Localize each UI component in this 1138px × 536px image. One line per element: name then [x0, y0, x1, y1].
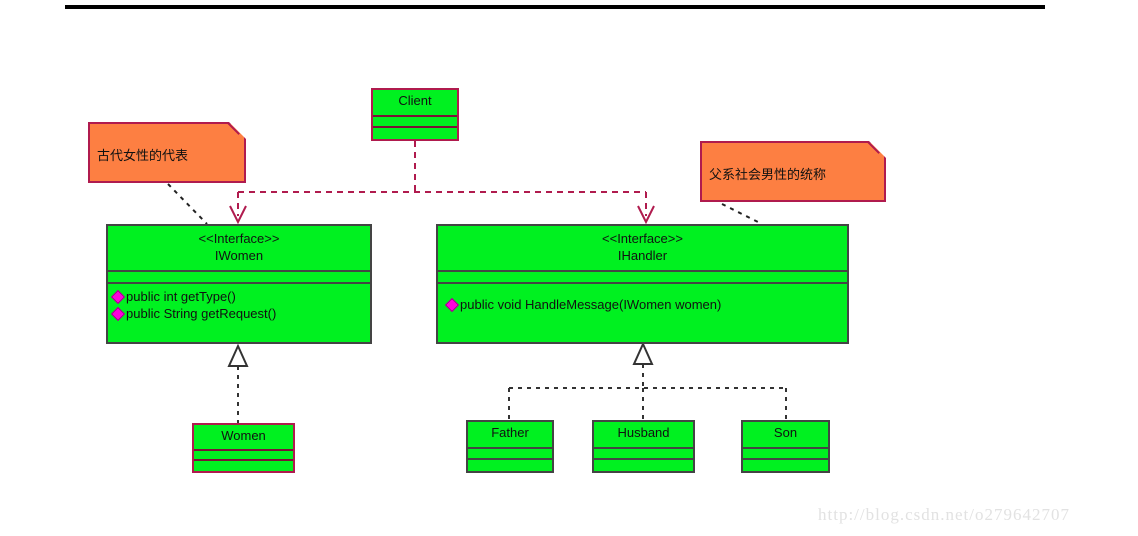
- method-label: public int getType(): [126, 289, 236, 304]
- class-box-father[interactable]: Father: [466, 420, 554, 473]
- class-attributes-compartment: [373, 115, 457, 126]
- note-left[interactable]: 古代女性的代表: [88, 122, 246, 183]
- class-attributes-compartment: [194, 449, 293, 459]
- note-anchor-right: [721, 203, 763, 225]
- class-name-compartment: Father: [468, 422, 552, 447]
- class-stereotype-iwomen: <<Interface>>: [198, 231, 280, 246]
- class-attributes-compartment: [468, 447, 552, 458]
- note-fold-corner-icon: [229, 122, 246, 139]
- watermark-url: http://blog.csdn.net/o279642707: [818, 505, 1070, 524]
- class-name-women: Women: [221, 428, 266, 443]
- dependency-arrowhead-ihandler: [637, 205, 655, 225]
- class-stereotype-ihandler: <<Interface>>: [602, 231, 683, 246]
- class-attributes-compartment: [108, 270, 370, 282]
- note-anchor-left: [167, 183, 208, 225]
- class-methods-compartment: [594, 458, 693, 471]
- method-item: public String getRequest(): [110, 305, 370, 322]
- class-name-father: Father: [491, 425, 529, 440]
- class-methods-compartment: [743, 458, 828, 471]
- class-methods-compartment: [373, 126, 457, 139]
- dependency-client-to-interfaces: [237, 141, 647, 216]
- class-box-son[interactable]: Son: [741, 420, 830, 473]
- class-name-iwomen: IWomen: [214, 248, 264, 263]
- class-name-compartment: <<Interface>> IWomen: [108, 226, 370, 270]
- class-name-compartment: Client: [373, 90, 457, 115]
- visibility-diamond-icon: [110, 289, 126, 305]
- class-name-compartment: Women: [194, 425, 293, 449]
- visibility-diamond-icon: [444, 297, 460, 313]
- note-left-text: 古代女性的代表: [97, 149, 189, 164]
- class-box-husband[interactable]: Husband: [592, 420, 695, 473]
- class-name-husband: Husband: [617, 425, 670, 440]
- class-methods-compartment: public int getType() public String getRe…: [108, 282, 370, 340]
- class-name-ihandler: IHandler: [617, 248, 668, 263]
- note-right[interactable]: 父系社会男性的统称: [700, 141, 886, 202]
- class-box-ihandler[interactable]: <<Interface>> IHandler public void Handl…: [436, 224, 849, 344]
- class-methods-compartment: [468, 458, 552, 471]
- class-attributes-compartment: [594, 447, 693, 458]
- class-methods-compartment: [194, 459, 293, 471]
- visibility-diamond-icon: [110, 306, 126, 322]
- class-name-compartment: <<Interface>> IHandler: [438, 226, 847, 270]
- method-item: public void HandleMessage(IWomen women): [444, 296, 847, 313]
- class-name-client: Client: [398, 93, 432, 108]
- generalization-handlers-to-ihandler: [508, 364, 787, 420]
- class-name-compartment: Husband: [594, 422, 693, 447]
- class-box-client[interactable]: Client: [371, 88, 459, 141]
- diagram-canvas: Client <<Interface>> IWomen public int g…: [0, 0, 1138, 536]
- note-right-text: 父系社会男性的统称: [709, 168, 827, 183]
- class-box-iwomen[interactable]: <<Interface>> IWomen public int getType(…: [106, 224, 372, 344]
- note-fold-corner-icon: [869, 141, 886, 158]
- generalization-triangle-ihandler: [632, 341, 654, 365]
- method-item: public int getType(): [110, 288, 370, 305]
- method-label: public void HandleMessage(IWomen women): [460, 297, 722, 312]
- top-divider-rule: [65, 5, 1045, 9]
- class-methods-compartment: public void HandleMessage(IWomen women): [438, 282, 847, 340]
- class-name-compartment: Son: [743, 422, 828, 447]
- class-box-women[interactable]: Women: [192, 423, 295, 473]
- class-attributes-compartment: [438, 270, 847, 282]
- generalization-women-to-iwomen: [227, 343, 249, 423]
- class-attributes-compartment: [743, 447, 828, 458]
- method-label: public String getRequest(): [126, 306, 277, 321]
- dependency-arrowhead-iwomen: [229, 205, 247, 225]
- class-name-son: Son: [773, 425, 798, 440]
